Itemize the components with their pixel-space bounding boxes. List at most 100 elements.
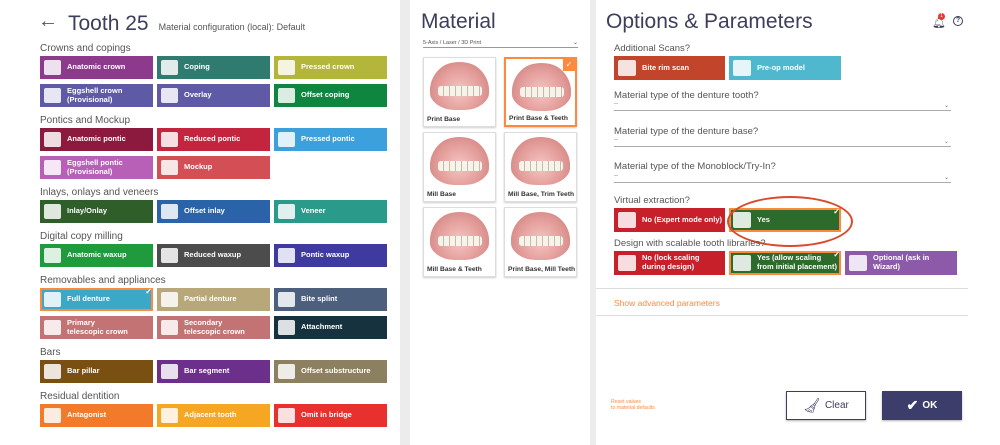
indication-button-anatomic-crown[interactable]: Anatomic crown — [40, 56, 153, 79]
chevron-down-icon: ⌄ — [943, 175, 949, 181]
indication-button-attachment[interactable]: Attachment — [274, 316, 387, 339]
indication-icon — [161, 292, 178, 307]
indication-button-pontic-waxup[interactable]: Pontic waxup — [274, 244, 387, 267]
bite-rim-scan-button[interactable]: Bite rim scan — [614, 56, 725, 80]
tile-label: Print Base, Mill Teeth — [508, 266, 576, 273]
button-label: Offset substructure — [301, 366, 371, 376]
teeth-illustration — [438, 86, 482, 96]
material-title: Material — [421, 10, 496, 33]
indication-button-bar-segment[interactable]: Bar segment — [157, 360, 270, 383]
ok-label: OK — [922, 400, 938, 411]
indication-button-reduced-waxup[interactable]: Reduced waxup — [157, 244, 270, 267]
indication-button-pressed-pontic[interactable]: Pressed pontic — [274, 128, 387, 151]
section-removables: Removables and appliances — [40, 275, 166, 286]
chevron-down-icon: ⌄ — [943, 103, 949, 109]
button-label: Adjacent tooth — [184, 410, 237, 420]
indication-button-anatomic-waxup[interactable]: Anatomic waxup — [40, 244, 153, 267]
arrow-left-icon[interactable]: ← — [38, 10, 58, 33]
ok-button[interactable]: ✔ OK — [882, 391, 962, 420]
button-label: Secondary telescopic crown — [184, 317, 245, 336]
clear-button[interactable]: 🧹︎ Clear — [786, 391, 866, 420]
scaling-no-button[interactable]: No (lock scaling during design) — [614, 251, 725, 275]
pre-op-model-button[interactable]: Pre-op model — [729, 56, 841, 80]
button-label: Eggshell crown (Provisional) — [67, 85, 123, 104]
indication-icon — [161, 60, 178, 75]
indication-button-omit-in-bridge[interactable]: Omit in bridge — [274, 404, 387, 427]
button-label: Offset inlay — [184, 206, 225, 216]
indication-icon — [161, 132, 178, 147]
material-tile-print-base[interactable]: Print Base — [423, 57, 496, 127]
indication-button-anatomic-pontic[interactable]: Anatomic pontic — [40, 128, 153, 151]
material-tile-print-base-teeth[interactable]: Print Base & Teeth ✓ — [504, 57, 577, 127]
tile-label: Print Base & Teeth — [509, 115, 568, 122]
material-tile-mill-base-trim-teeth[interactable]: Mill Base, Trim Teeth — [504, 132, 577, 202]
virtual-extraction-no-button[interactable]: No (Expert mode only) — [614, 208, 725, 232]
button-label: Bar pillar — [67, 366, 100, 376]
indication-button-eggshell-crown-provisional[interactable]: Eggshell crown (Provisional) — [40, 84, 153, 107]
checkmark-icon: ✔ — [906, 397, 919, 413]
button-label: Pre-op model — [757, 62, 805, 72]
indication-icon — [161, 88, 178, 103]
button-label: No (lock scaling during design) — [642, 253, 700, 271]
indication-button-veneer[interactable]: Veneer — [274, 200, 387, 223]
indication-button-overlay[interactable]: Overlay — [157, 84, 270, 107]
denture-tooth-material-dropdown[interactable]: -- ⌄ — [614, 101, 951, 111]
indication-button-full-denture[interactable]: Full denture ✓ — [40, 287, 153, 311]
button-label: Offset coping — [301, 90, 350, 100]
indication-button-offset-substructure[interactable]: Offset substructure — [274, 360, 387, 383]
indication-button-offset-coping[interactable]: Offset coping — [274, 84, 387, 107]
indication-icon — [161, 408, 178, 423]
indication-button-antagonist[interactable]: Antagonist — [40, 404, 153, 427]
extraction-no-icon — [618, 212, 636, 228]
help-icon[interactable]: ? — [953, 16, 963, 26]
indication-button-partial-denture[interactable]: Partial denture — [157, 288, 270, 311]
scaling-yes-icon — [733, 255, 751, 271]
indication-icon — [44, 364, 61, 379]
bite-rim-icon — [618, 60, 636, 76]
show-advanced-parameters-link[interactable]: Show advanced parameters — [614, 298, 720, 308]
reset-to-defaults-link[interactable]: Reset values to material defaults — [611, 399, 681, 411]
indication-button-pressed-crown[interactable]: Pressed crown — [274, 56, 387, 79]
material-tile-mill-base-teeth[interactable]: Mill Base & Teeth — [423, 207, 496, 277]
teeth-illustration — [519, 161, 563, 171]
indication-button-mockup[interactable]: Mockup — [157, 156, 270, 179]
tooth-panel: ← Tooth 25 Material configuration (local… — [0, 0, 400, 445]
indication-button-coping[interactable]: Coping — [157, 56, 270, 79]
indication-button-primary-telescopic-crown[interactable]: Primary telescopic crown — [40, 316, 153, 339]
monoblock-material-label: Material type of the Monoblock/Try-In? — [614, 161, 776, 172]
indication-icon — [161, 364, 178, 379]
indication-icon — [44, 88, 61, 103]
checkmark-icon: ✓ — [563, 59, 575, 71]
indication-icon — [161, 204, 178, 219]
denture-base-material-dropdown[interactable]: -- ⌄ — [614, 137, 951, 147]
button-label: Bite splint — [301, 294, 338, 304]
indication-button-inlay-onlay[interactable]: Inlay/Onlay — [40, 200, 153, 223]
section-copy-milling: Digital copy milling — [40, 231, 123, 242]
indication-icon — [278, 132, 295, 147]
material-tile-print-base-mill-teeth[interactable]: Print Base, Mill Teeth — [504, 207, 577, 277]
indication-icon — [161, 248, 178, 263]
section-residual: Residual dentition — [40, 391, 120, 402]
material-tile-mill-base[interactable]: Mill Base — [423, 132, 496, 202]
virtual-extraction-label: Virtual extraction? — [614, 195, 690, 206]
indication-button-bar-pillar[interactable]: Bar pillar — [40, 360, 153, 383]
scaling-yes-button[interactable]: Yes (allow scaling from initial placemen… — [729, 250, 841, 275]
indication-button-adjacent-tooth[interactable]: Adjacent tooth — [157, 404, 270, 427]
material-config-label: Material configuration (local): Default — [158, 22, 306, 32]
section-bars: Bars — [40, 347, 61, 358]
button-label: Veneer — [301, 206, 326, 216]
indication-button-bite-splint[interactable]: Bite splint — [274, 288, 387, 311]
indication-button-eggshell-pontic-provisional[interactable]: Eggshell pontic (Provisional) — [40, 156, 153, 179]
monoblock-material-dropdown[interactable]: -- ⌄ — [614, 173, 951, 183]
indication-button-reduced-pontic[interactable]: Reduced pontic — [157, 128, 270, 151]
scaling-optional-button[interactable]: Optional (ask in Wizard) — [845, 251, 957, 275]
options-panel: Options & Parameters 🔔︎ 1 ? Additional S… — [596, 0, 1000, 445]
indication-button-secondary-telescopic-crown[interactable]: Secondary telescopic crown — [157, 316, 270, 339]
indication-button-offset-inlay[interactable]: Offset inlay — [157, 200, 270, 223]
pre-op-model-icon — [733, 60, 751, 76]
denture-tooth-material-label: Material type of the denture tooth? — [614, 90, 759, 101]
button-label: Yes (allow scaling from initial placemen… — [757, 253, 838, 271]
tooth-header: ← Tooth 25 Material configuration (local… — [38, 10, 306, 36]
dropdown-value: -- — [614, 101, 618, 107]
material-selector[interactable]: 5-Axis / Laser / 3D Print ⌄ — [423, 40, 578, 48]
